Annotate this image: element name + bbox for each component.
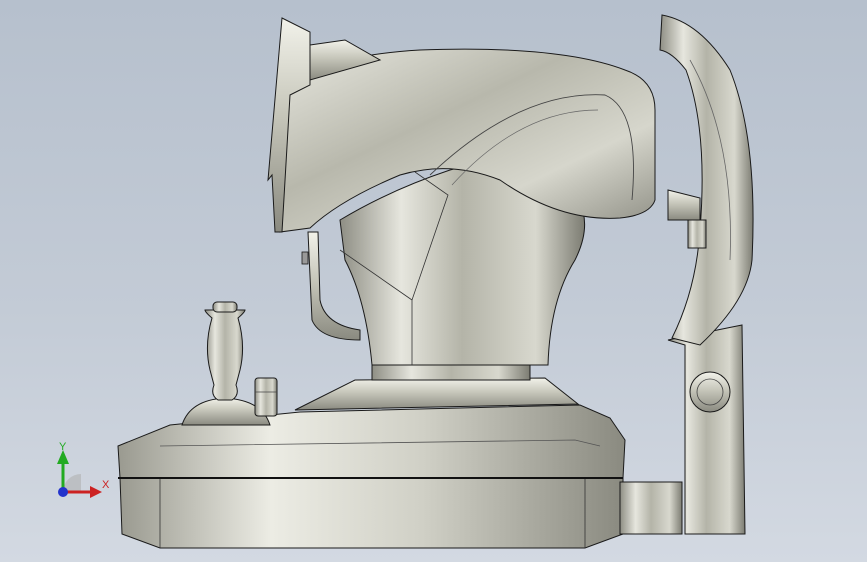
chin-rest-foot [619,481,683,535]
y-axis-label: Y [59,441,67,453]
graphics-viewport[interactable]: Y X [0,0,867,562]
knob[interactable] [689,371,731,413]
joystick[interactable] [204,309,246,401]
forehead-rest [659,14,754,346]
z-axis-dot [58,487,68,497]
base-skirt [119,477,624,549]
button-post[interactable] [254,377,278,417]
3d-model[interactable] [0,0,867,562]
x-axis-label: X [102,479,110,491]
axis-triad: Y X [57,441,110,498]
x-axis-arrow [90,486,102,498]
turntable [294,377,580,411]
